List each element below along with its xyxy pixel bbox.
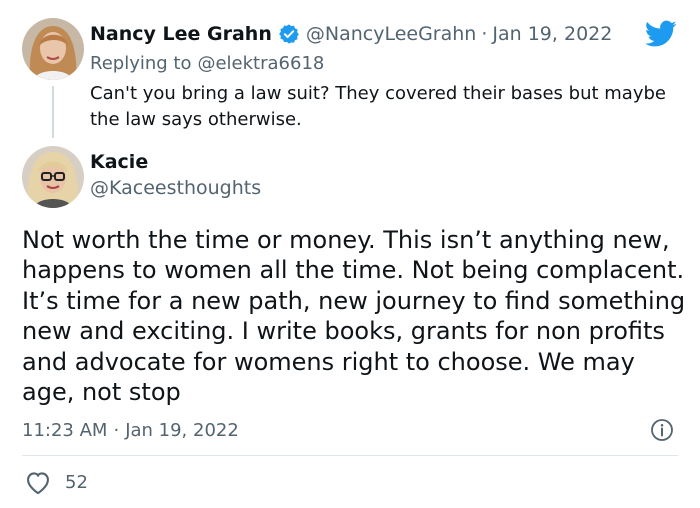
parent-tweet-text: Can't you bring a law suit? They covered… — [90, 83, 666, 130]
heart-icon[interactable] — [24, 469, 52, 495]
parent-display-name[interactable]: Nancy Lee Grahn — [90, 23, 272, 45]
divider — [22, 455, 678, 456]
main-display-name[interactable]: Kacie — [90, 151, 148, 173]
verified-badge-icon — [278, 23, 300, 45]
replying-to-handle[interactable]: @elektra6618 — [197, 53, 324, 74]
parent-tweet-header: Nancy Lee Grahn @NancyLeeGrahn · Jan 19,… — [90, 22, 612, 46]
header-separator: · — [481, 23, 488, 45]
thread-connector-line — [52, 86, 54, 138]
parent-date[interactable]: Jan 19, 2022 — [492, 23, 612, 45]
twitter-bird-icon[interactable] — [645, 20, 677, 48]
tweet-date[interactable]: Jan 19, 2022 — [125, 420, 239, 441]
info-icon[interactable] — [650, 418, 674, 442]
main-handle[interactable]: @Kaceesthoughts — [90, 177, 261, 199]
main-tweet-text: Not worth the time or money. This isn’t … — [22, 226, 686, 407]
like-count: 52 — [65, 471, 88, 493]
like-action[interactable]: 52 — [24, 469, 88, 495]
replying-to-line: Replying to @elektra6618 — [90, 51, 324, 75]
parent-handle[interactable]: @NancyLeeGrahn — [306, 23, 476, 45]
timestamp-separator: · — [113, 419, 120, 441]
parent-avatar[interactable] — [22, 18, 84, 80]
replying-to-label: Replying to — [90, 52, 192, 74]
main-avatar[interactable] — [22, 146, 84, 208]
tweet-time[interactable]: 11:23 AM — [22, 420, 107, 441]
timestamp-row: 11:23 AM · Jan 19, 2022 — [22, 418, 239, 442]
